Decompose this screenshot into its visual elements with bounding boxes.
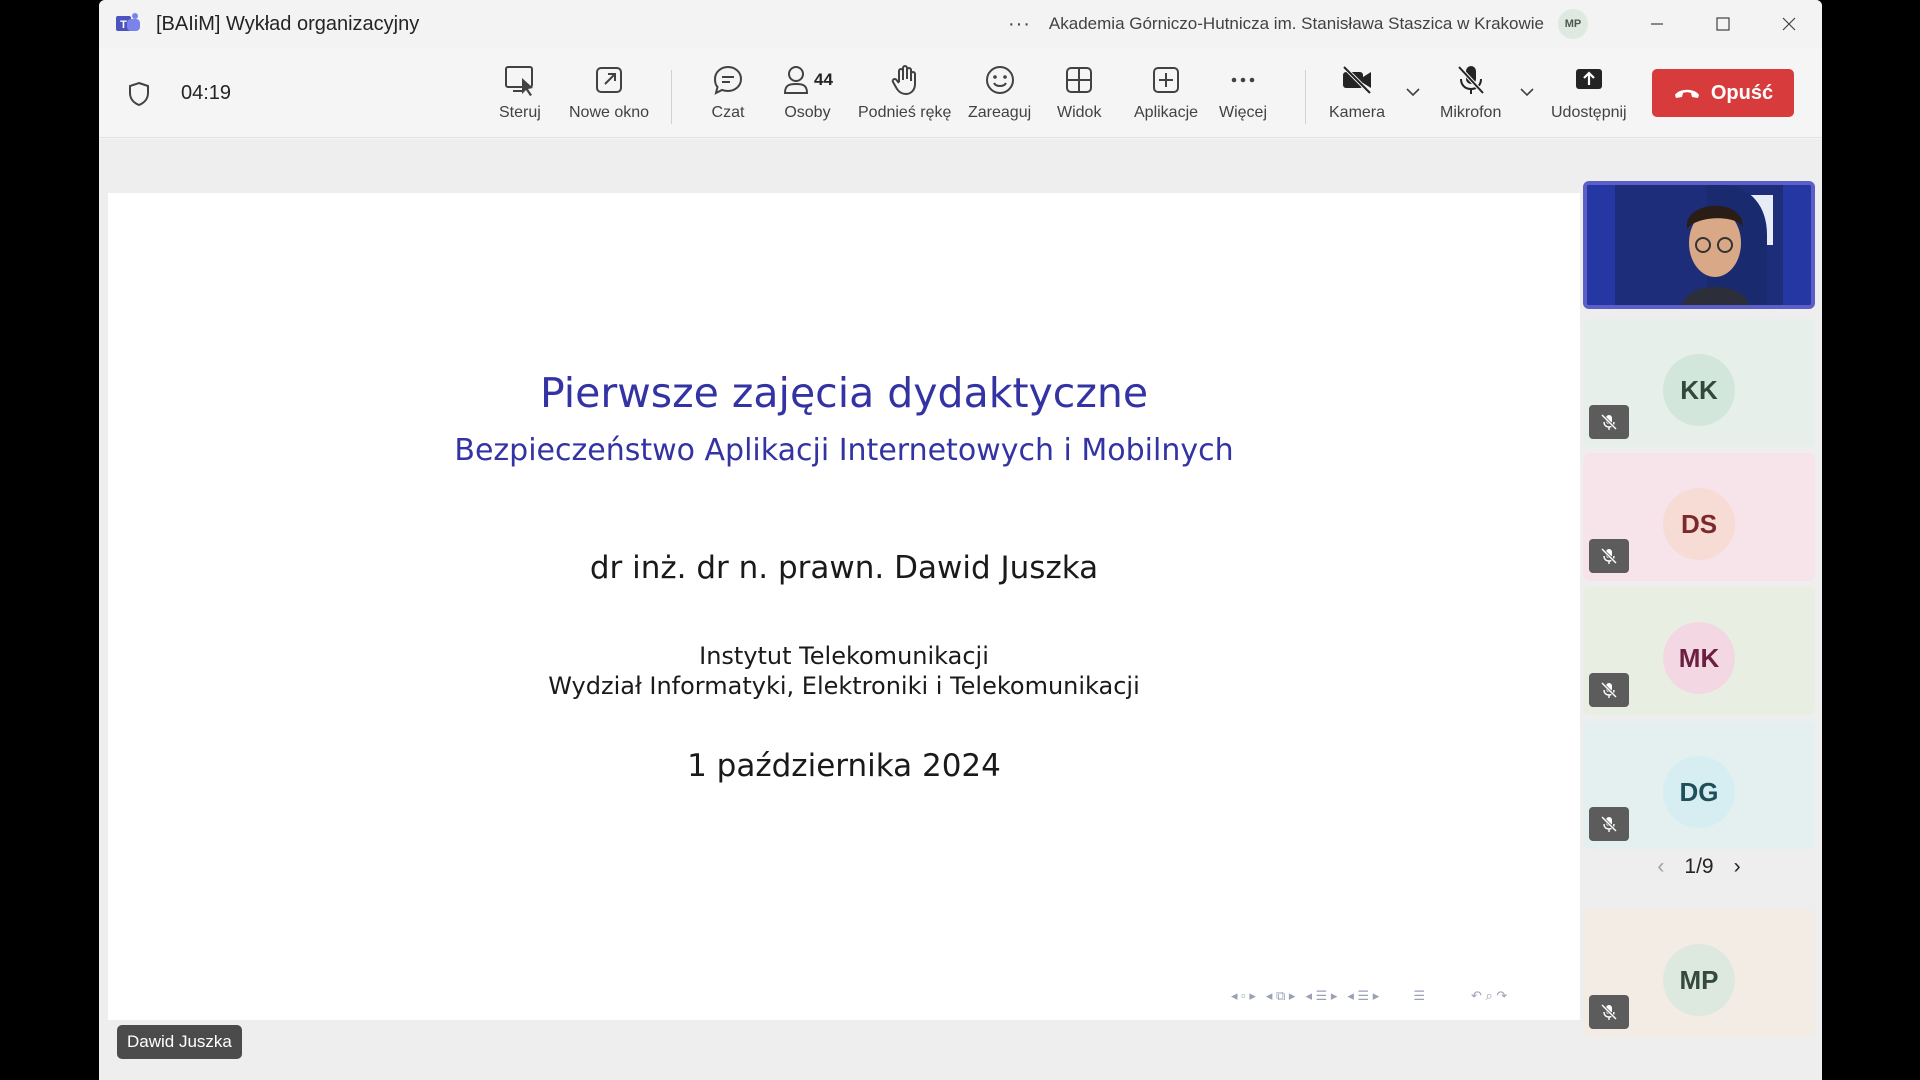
apps-button[interactable]: Aplikacje bbox=[1134, 62, 1198, 122]
raise-hand-icon bbox=[891, 65, 916, 95]
muted-badge bbox=[1589, 807, 1629, 841]
pop-out-icon bbox=[596, 67, 623, 93]
slide-subtitle: Bezpieczeństwo Aplikacji Internetowych i… bbox=[454, 433, 1234, 468]
teams-window: T [BAIiM] Wykład organizacyjny ··· Akade… bbox=[99, 0, 1822, 1080]
beamer-section-nav-icon: ◂ ☰ ▸ bbox=[1305, 988, 1338, 1003]
beamer-frame-nav-icon: ◂ ▫ ▸ bbox=[1231, 988, 1256, 1003]
people-count: 44 bbox=[814, 70, 833, 89]
mic-options-chevron-icon[interactable] bbox=[1519, 84, 1535, 100]
meeting-title: [BAIiM] Wykład organizacyjny bbox=[156, 12, 420, 35]
slide-institute: Instytut Telekomunikacji bbox=[699, 642, 989, 670]
shield-icon[interactable] bbox=[128, 81, 150, 107]
more-icon bbox=[1231, 77, 1255, 83]
view-button[interactable]: Widok bbox=[1057, 62, 1101, 122]
slide-author: dr inż. dr n. prawn. Dawid Juszka bbox=[589, 550, 1099, 586]
microphone-button[interactable]: Mikrofon bbox=[1440, 62, 1501, 122]
teams-logo-icon: T bbox=[116, 13, 140, 31]
title-bar: T [BAIiM] Wykład organizacyjny ··· Akade… bbox=[99, 0, 1822, 48]
organization-name: Akademia Górniczo-Hutnicza im. Stanisław… bbox=[1048, 14, 1544, 33]
participant-avatar: MP bbox=[1663, 944, 1735, 1016]
beamer-document-nav-icon: ◂ ☰ ▸ bbox=[1347, 988, 1380, 1003]
participant-tile[interactable]: DS bbox=[1583, 453, 1815, 581]
mic-off-icon bbox=[1600, 547, 1618, 565]
mic-off-icon bbox=[1600, 681, 1618, 699]
camera-button[interactable]: Kamera bbox=[1329, 62, 1385, 122]
participant-avatar: DG bbox=[1663, 756, 1735, 828]
toolbar-divider bbox=[671, 70, 672, 124]
meeting-stage: Pierwsze zajęcia dydaktyczne Bezpieczeńs… bbox=[99, 139, 1822, 1080]
leave-button[interactable]: Opuść bbox=[1652, 69, 1794, 117]
minimize-button[interactable] bbox=[1624, 0, 1690, 48]
maximize-icon bbox=[1716, 17, 1730, 31]
share-screen-icon bbox=[1575, 69, 1602, 89]
chat-icon bbox=[713, 65, 743, 95]
mic-off-icon bbox=[1457, 65, 1485, 95]
control-button[interactable]: Steruj bbox=[499, 62, 541, 122]
participant-tile[interactable]: DG bbox=[1583, 721, 1815, 849]
toolbar-divider bbox=[1305, 70, 1306, 124]
presenter-name-tag: Dawid Juszka bbox=[117, 1025, 242, 1059]
beamer-search-icon: ↶ ⌕ ↷ bbox=[1470, 988, 1508, 1003]
titlebar-more-icon[interactable]: ··· bbox=[1008, 13, 1031, 36]
beamer-toc-icon: ☰ bbox=[1413, 988, 1425, 1003]
next-page-chevron-icon[interactable]: › bbox=[1734, 855, 1741, 879]
new-window-button[interactable]: Nowe okno bbox=[569, 62, 649, 122]
presenter-video-tile[interactable] bbox=[1583, 181, 1815, 309]
beamer-navigation: ◂ ▫ ▸ ◂ ⧉ ▸ ◂ ☰ ▸ ◂ ☰ ▸ ☰ ↶ ⌕ ↷ bbox=[1231, 988, 1507, 1004]
beamer-subsection-nav-icon: ◂ ⧉ ▸ bbox=[1265, 988, 1296, 1003]
participant-avatar: MK bbox=[1663, 622, 1735, 694]
muted-badge bbox=[1589, 673, 1629, 707]
prev-page-chevron-icon[interactable]: ‹ bbox=[1657, 855, 1664, 879]
control-screen-icon bbox=[504, 66, 533, 96]
minimize-icon bbox=[1651, 23, 1663, 25]
slide-faculty: Wydział Informatyki, Elektroniki i Telek… bbox=[548, 672, 1140, 700]
slide-date: 1 października 2024 bbox=[687, 748, 1001, 784]
participant-avatar: DS bbox=[1663, 488, 1735, 560]
presenter-video-feed bbox=[1587, 185, 1811, 305]
participant-tile[interactable]: MP bbox=[1583, 909, 1815, 1037]
meeting-timer: 04:19 bbox=[181, 82, 232, 104]
muted-badge bbox=[1589, 995, 1629, 1029]
slide-title: Pierwsze zajęcia dydaktyczne bbox=[539, 369, 1149, 417]
muted-badge bbox=[1589, 405, 1629, 439]
user-avatar[interactable]: MP bbox=[1558, 9, 1588, 39]
mic-off-icon bbox=[1600, 815, 1618, 833]
participants-pager: ‹ 1/9 › bbox=[1583, 855, 1815, 879]
mic-off-icon bbox=[1600, 413, 1618, 431]
grid-view-icon bbox=[1066, 67, 1093, 93]
maximize-button[interactable] bbox=[1690, 0, 1756, 48]
add-app-icon bbox=[1153, 67, 1180, 93]
close-button[interactable] bbox=[1756, 0, 1822, 48]
mic-off-icon bbox=[1600, 1003, 1618, 1021]
more-button[interactable]: Więcej bbox=[1219, 62, 1267, 122]
svg-text:T: T bbox=[120, 19, 127, 31]
hang-up-icon bbox=[1674, 89, 1699, 98]
close-icon bbox=[1782, 17, 1796, 31]
meeting-toolbar: 04:19 Steruj Nowe okno Czat 44 Osoby Pod… bbox=[99, 48, 1822, 138]
camera-off-icon bbox=[1342, 65, 1372, 95]
react-button[interactable]: Zareaguj bbox=[968, 62, 1031, 122]
people-icon bbox=[783, 66, 809, 94]
participant-tile[interactable]: MK bbox=[1583, 587, 1815, 715]
camera-options-chevron-icon[interactable] bbox=[1405, 84, 1421, 100]
chat-button[interactable]: Czat bbox=[710, 62, 746, 122]
muted-badge bbox=[1589, 539, 1629, 573]
participant-tile[interactable]: KK bbox=[1583, 319, 1815, 447]
participant-avatar: KK bbox=[1663, 354, 1735, 426]
page-indicator: 1/9 bbox=[1684, 855, 1714, 878]
share-button[interactable]: Udostępnij bbox=[1551, 62, 1627, 122]
shared-slide: Pierwsze zajęcia dydaktyczne Bezpieczeńs… bbox=[108, 193, 1580, 1020]
people-button[interactable]: 44 Osoby bbox=[782, 62, 833, 122]
emoji-icon bbox=[985, 66, 1014, 94]
raise-hand-button[interactable]: Podnieś rękę bbox=[858, 62, 951, 122]
